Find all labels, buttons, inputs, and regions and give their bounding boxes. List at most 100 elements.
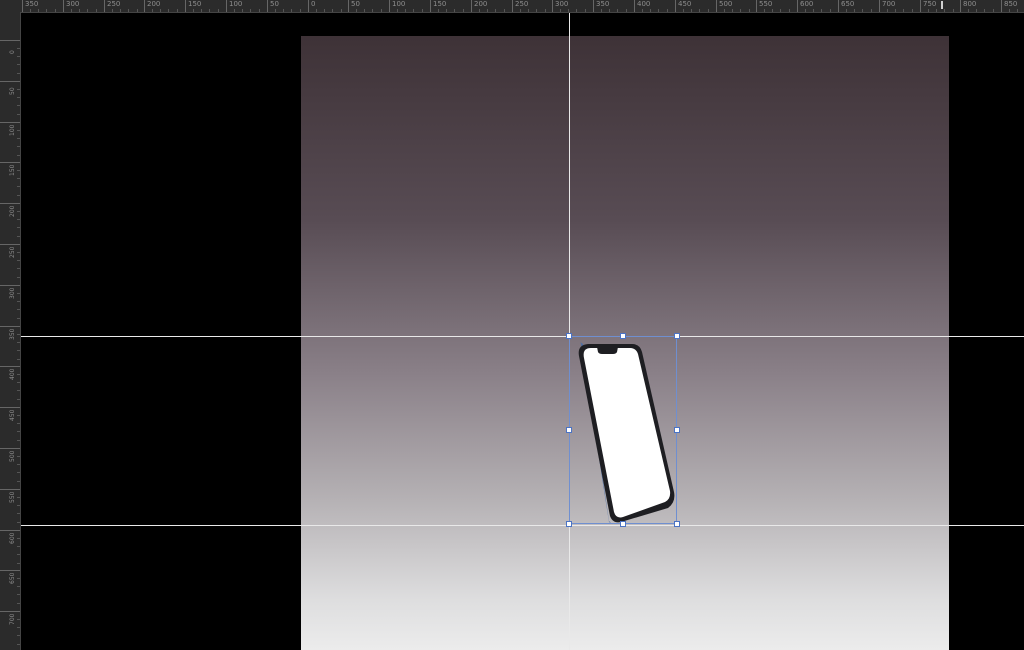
ruler-minor-tick — [780, 9, 781, 12]
ruler-minor-tick — [234, 9, 235, 12]
ruler-minor-tick — [17, 114, 20, 115]
ruler-minor-tick — [79, 9, 80, 12]
ruler-tick-label: 50 — [351, 0, 360, 8]
horizontal-guide[interactable] — [21, 336, 1024, 337]
ruler-minor-tick — [545, 9, 546, 12]
ruler-minor-tick — [463, 9, 464, 12]
ruler-tick-label: 300 — [9, 287, 16, 299]
ruler-minor-tick — [291, 9, 292, 12]
ruler-tick-label: 250 — [107, 0, 121, 8]
ruler-minor-tick — [160, 9, 161, 12]
resize-handle-middle-right[interactable] — [674, 427, 680, 433]
resize-handle-top-middle[interactable] — [620, 333, 626, 339]
ruler-minor-tick — [17, 48, 20, 49]
ruler-minor-tick — [17, 170, 20, 171]
ruler-minor-tick — [560, 9, 561, 12]
ruler-tick — [308, 0, 309, 12]
ruler-tick-label: 200 — [9, 205, 16, 217]
ruler-minor-tick — [87, 9, 88, 12]
horizontal-ruler[interactable]: 350 300 250 200 150 100 50 0 50 100 150 200 250 300 35… — [0, 0, 1024, 13]
ruler-minor-tick — [17, 627, 20, 628]
ruler-minor-tick — [341, 9, 342, 12]
ruler-minor-tick — [1017, 9, 1018, 12]
resize-handle-middle-left[interactable] — [566, 427, 572, 433]
ruler-minor-tick — [17, 464, 20, 465]
ruler-minor-tick — [17, 586, 20, 587]
ruler-tick-label: 550 — [9, 491, 16, 503]
ruler-minor-tick — [332, 9, 333, 12]
ruler-minor-tick — [17, 594, 20, 595]
ruler-tick — [430, 0, 431, 12]
ruler-minor-tick — [17, 97, 20, 98]
ruler-minor-tick — [968, 9, 969, 12]
ruler-minor-tick — [601, 9, 602, 12]
resize-handle-bottom-middle[interactable] — [620, 521, 626, 527]
ruler-tick-label: 400 — [9, 368, 16, 380]
ruler-tick — [716, 0, 717, 12]
ruler-minor-tick — [520, 9, 521, 12]
ruler-minor-tick — [201, 9, 202, 12]
ruler-minor-tick — [413, 9, 414, 12]
ruler-minor-tick — [17, 635, 20, 636]
ruler-minor-tick — [724, 9, 725, 12]
ruler-tick — [63, 0, 64, 12]
ruler-tick — [22, 0, 23, 12]
ruler-tick-label: 0 — [311, 0, 316, 8]
resize-handle-bottom-left[interactable] — [566, 521, 572, 527]
ruler-minor-tick — [887, 9, 888, 12]
ruler-minor-tick — [805, 9, 806, 12]
ruler-minor-tick — [152, 9, 153, 12]
ruler-tick — [0, 244, 20, 245]
ruler-tick — [0, 285, 20, 286]
ruler-tick-label: 50 — [270, 0, 279, 8]
ruler-minor-tick — [862, 9, 863, 12]
ruler-minor-tick — [813, 9, 814, 12]
vertical-ruler[interactable]: 0 50 100 150 200 250 300 350 400 450 500 550 600 650 7… — [0, 12, 21, 650]
ruler-tick-label: 350 — [25, 0, 39, 8]
ruler-minor-tick — [17, 497, 20, 498]
ruler-tick — [0, 40, 20, 41]
ruler-tick — [0, 122, 20, 123]
ruler-tick — [0, 162, 20, 163]
ruler-minor-tick — [446, 9, 447, 12]
resize-handle-top-right[interactable] — [674, 333, 680, 339]
ruler-minor-tick — [17, 56, 20, 57]
ruler-minor-tick — [17, 431, 20, 432]
horizontal-guide[interactable] — [21, 525, 1024, 526]
ruler-minor-tick — [38, 9, 39, 12]
ruler-tick-label: 450 — [678, 0, 692, 8]
ruler-minor-tick — [708, 9, 709, 12]
ruler-tick — [0, 448, 20, 449]
ruler-tick-label: 250 — [9, 246, 16, 258]
ruler-minor-tick — [30, 9, 31, 12]
ruler-tick — [104, 0, 105, 12]
ruler-minor-tick — [984, 9, 985, 12]
ruler-minor-tick — [356, 9, 357, 12]
ruler-minor-tick — [17, 359, 20, 360]
ruler-minor-tick — [944, 9, 945, 12]
ruler-tick-label: 350 — [596, 0, 610, 8]
ruler-tick-label: 800 — [963, 0, 977, 8]
ruler-minor-tick — [17, 334, 20, 335]
ruler-minor-tick — [17, 350, 20, 351]
ruler-minor-tick — [242, 9, 243, 12]
ruler-minor-tick — [749, 9, 750, 12]
resize-handle-bottom-right[interactable] — [674, 521, 680, 527]
ruler-tick-label: 450 — [9, 409, 16, 421]
resize-handle-top-left[interactable] — [566, 333, 572, 339]
ruler-minor-tick — [993, 9, 994, 12]
ruler-tick-label: 100 — [9, 124, 16, 136]
ruler-minor-tick — [576, 9, 577, 12]
ruler-tick — [0, 530, 20, 531]
vertical-guide[interactable] — [569, 13, 570, 650]
ruler-minor-tick — [740, 9, 741, 12]
ruler-tick — [512, 0, 513, 12]
ruler-tick — [267, 0, 268, 12]
ruler-tick-label: 150 — [9, 164, 16, 176]
ruler-tick-label: 650 — [9, 572, 16, 584]
ruler-minor-tick — [528, 9, 529, 12]
ruler-tick — [634, 0, 635, 12]
ruler-minor-tick — [283, 9, 284, 12]
ruler-minor-tick — [17, 563, 20, 564]
selection-bounding-box — [569, 336, 677, 524]
